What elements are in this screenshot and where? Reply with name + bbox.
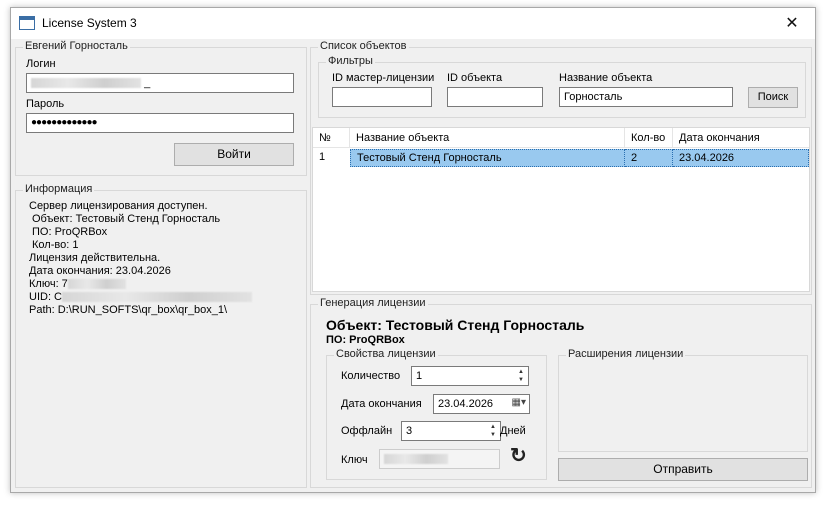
info-line-server: Сервер лицензирования доступен. bbox=[29, 200, 208, 212]
window-title: License System 3 bbox=[42, 16, 137, 30]
end-date-label: Дата окончания bbox=[341, 398, 422, 410]
offline-unit-label: Дней bbox=[500, 425, 526, 437]
end-date-picker[interactable]: 23.04.2026 ▦▾ bbox=[433, 394, 530, 414]
offline-label: Оффлайн bbox=[341, 425, 393, 437]
search-button[interactable]: Поиск bbox=[748, 87, 798, 108]
password-label: Пароль bbox=[26, 98, 65, 110]
objects-panel-title: Список объектов bbox=[318, 40, 409, 52]
login-value: _ bbox=[144, 77, 151, 89]
objects-table: № Название объекта Кол-во Дата окончания… bbox=[312, 127, 810, 292]
offline-value: 3 bbox=[406, 425, 413, 437]
info-line-uid: UID: C bbox=[29, 291, 252, 304]
quantity-stepper[interactable]: 1 ▲ ▼ bbox=[411, 366, 529, 386]
close-button[interactable]: ✕ bbox=[769, 8, 815, 39]
spin-down-icon[interactable]: ▼ bbox=[487, 431, 499, 439]
spin-up-icon[interactable]: ▲ bbox=[487, 423, 499, 431]
column-count[interactable]: Кол-во bbox=[625, 128, 673, 148]
password-field[interactable]: ●●●●●●●●●●●●● bbox=[26, 113, 294, 133]
login-label: Логин bbox=[26, 58, 56, 70]
info-line-path: Path: D:\RUN_SOFTS\qr_box\qr_box_1\ bbox=[29, 304, 228, 316]
login-button[interactable]: Войти bbox=[174, 143, 294, 166]
send-button[interactable]: Отправить bbox=[558, 458, 808, 481]
refresh-icon[interactable]: ↻ bbox=[510, 445, 527, 467]
offline-stepper[interactable]: 3 ▲ ▼ bbox=[401, 421, 501, 441]
spin-down-icon[interactable]: ▼ bbox=[515, 376, 527, 384]
row-count[interactable]: 2 bbox=[625, 149, 673, 167]
spin-up-icon[interactable]: ▲ bbox=[515, 368, 527, 376]
login-field[interactable]: _ bbox=[26, 73, 294, 93]
row-object-name[interactable]: Тестовый Стенд Горносталь bbox=[350, 149, 625, 167]
quantity-value: 1 bbox=[416, 370, 423, 382]
redacted-login bbox=[31, 78, 141, 89]
license-extensions-panel: Расширения лицензии bbox=[558, 348, 808, 452]
object-id-input[interactable] bbox=[447, 87, 543, 107]
quantity-label: Количество bbox=[341, 370, 401, 382]
end-date-value: 23.04.2026 bbox=[438, 398, 494, 410]
object-name-label: Название объекта bbox=[559, 72, 653, 84]
column-object-name[interactable]: Название объекта bbox=[350, 128, 625, 148]
info-line-license-valid: Лицензия действительна. bbox=[29, 252, 161, 264]
column-end-date[interactable]: Дата окончания bbox=[673, 128, 809, 148]
row-end-date[interactable]: 23.04.2026 bbox=[673, 149, 809, 167]
license-properties-title: Свойства лицензии bbox=[334, 348, 438, 360]
main-window: License System 3 ✕ Евгений Горносталь Ло… bbox=[10, 7, 816, 493]
app-window-icon bbox=[19, 16, 35, 30]
filters-panel-title: Фильтры bbox=[326, 55, 375, 67]
info-line-software: ПО: ProQRBox bbox=[32, 226, 108, 238]
quantity-spin-buttons[interactable]: ▲ ▼ bbox=[515, 368, 527, 384]
info-line-object: Объект: Тестовый Стенд Горносталь bbox=[32, 213, 221, 225]
key-field bbox=[379, 449, 500, 469]
redacted-key bbox=[67, 279, 126, 290]
generation-panel-title: Генерация лицензии bbox=[318, 297, 428, 309]
key-label: Ключ bbox=[341, 454, 368, 466]
offline-spin-buttons[interactable]: ▲ ▼ bbox=[487, 423, 499, 439]
info-panel-title: Информация bbox=[23, 183, 95, 195]
master-license-input[interactable] bbox=[332, 87, 432, 107]
table-row[interactable]: 1 Тестовый Стенд Горносталь 2 23.04.2026 bbox=[313, 149, 809, 167]
info-line-count: Кол-во: 1 bbox=[32, 239, 79, 251]
license-extensions-title: Расширения лицензии bbox=[566, 348, 686, 360]
title-bar: License System 3 ✕ bbox=[11, 8, 815, 39]
info-text: Сервер лицензирования доступен. Объект: … bbox=[29, 200, 252, 317]
object-name-input[interactable]: Горносталь bbox=[559, 87, 733, 107]
redacted-license-key bbox=[384, 454, 448, 465]
row-number: 1 bbox=[319, 151, 326, 163]
object-id-label: ID объекта bbox=[447, 72, 503, 84]
table-header: № Название объекта Кол-во Дата окончания bbox=[313, 128, 809, 148]
calendar-icon[interactable]: ▦▾ bbox=[512, 396, 526, 410]
master-license-label: ID мастер-лицензии bbox=[332, 72, 435, 84]
object-heading: Объект: Тестовый Стенд Горносталь bbox=[326, 317, 585, 333]
software-heading: ПО: ProQRBox bbox=[326, 334, 405, 346]
column-number[interactable]: № bbox=[313, 128, 350, 148]
info-line-key: Ключ: 7 bbox=[29, 278, 252, 291]
redacted-uid bbox=[62, 292, 252, 303]
user-panel-title: Евгений Горносталь bbox=[23, 40, 130, 52]
info-line-end-date: Дата окончания: 23.04.2026 bbox=[29, 265, 171, 277]
